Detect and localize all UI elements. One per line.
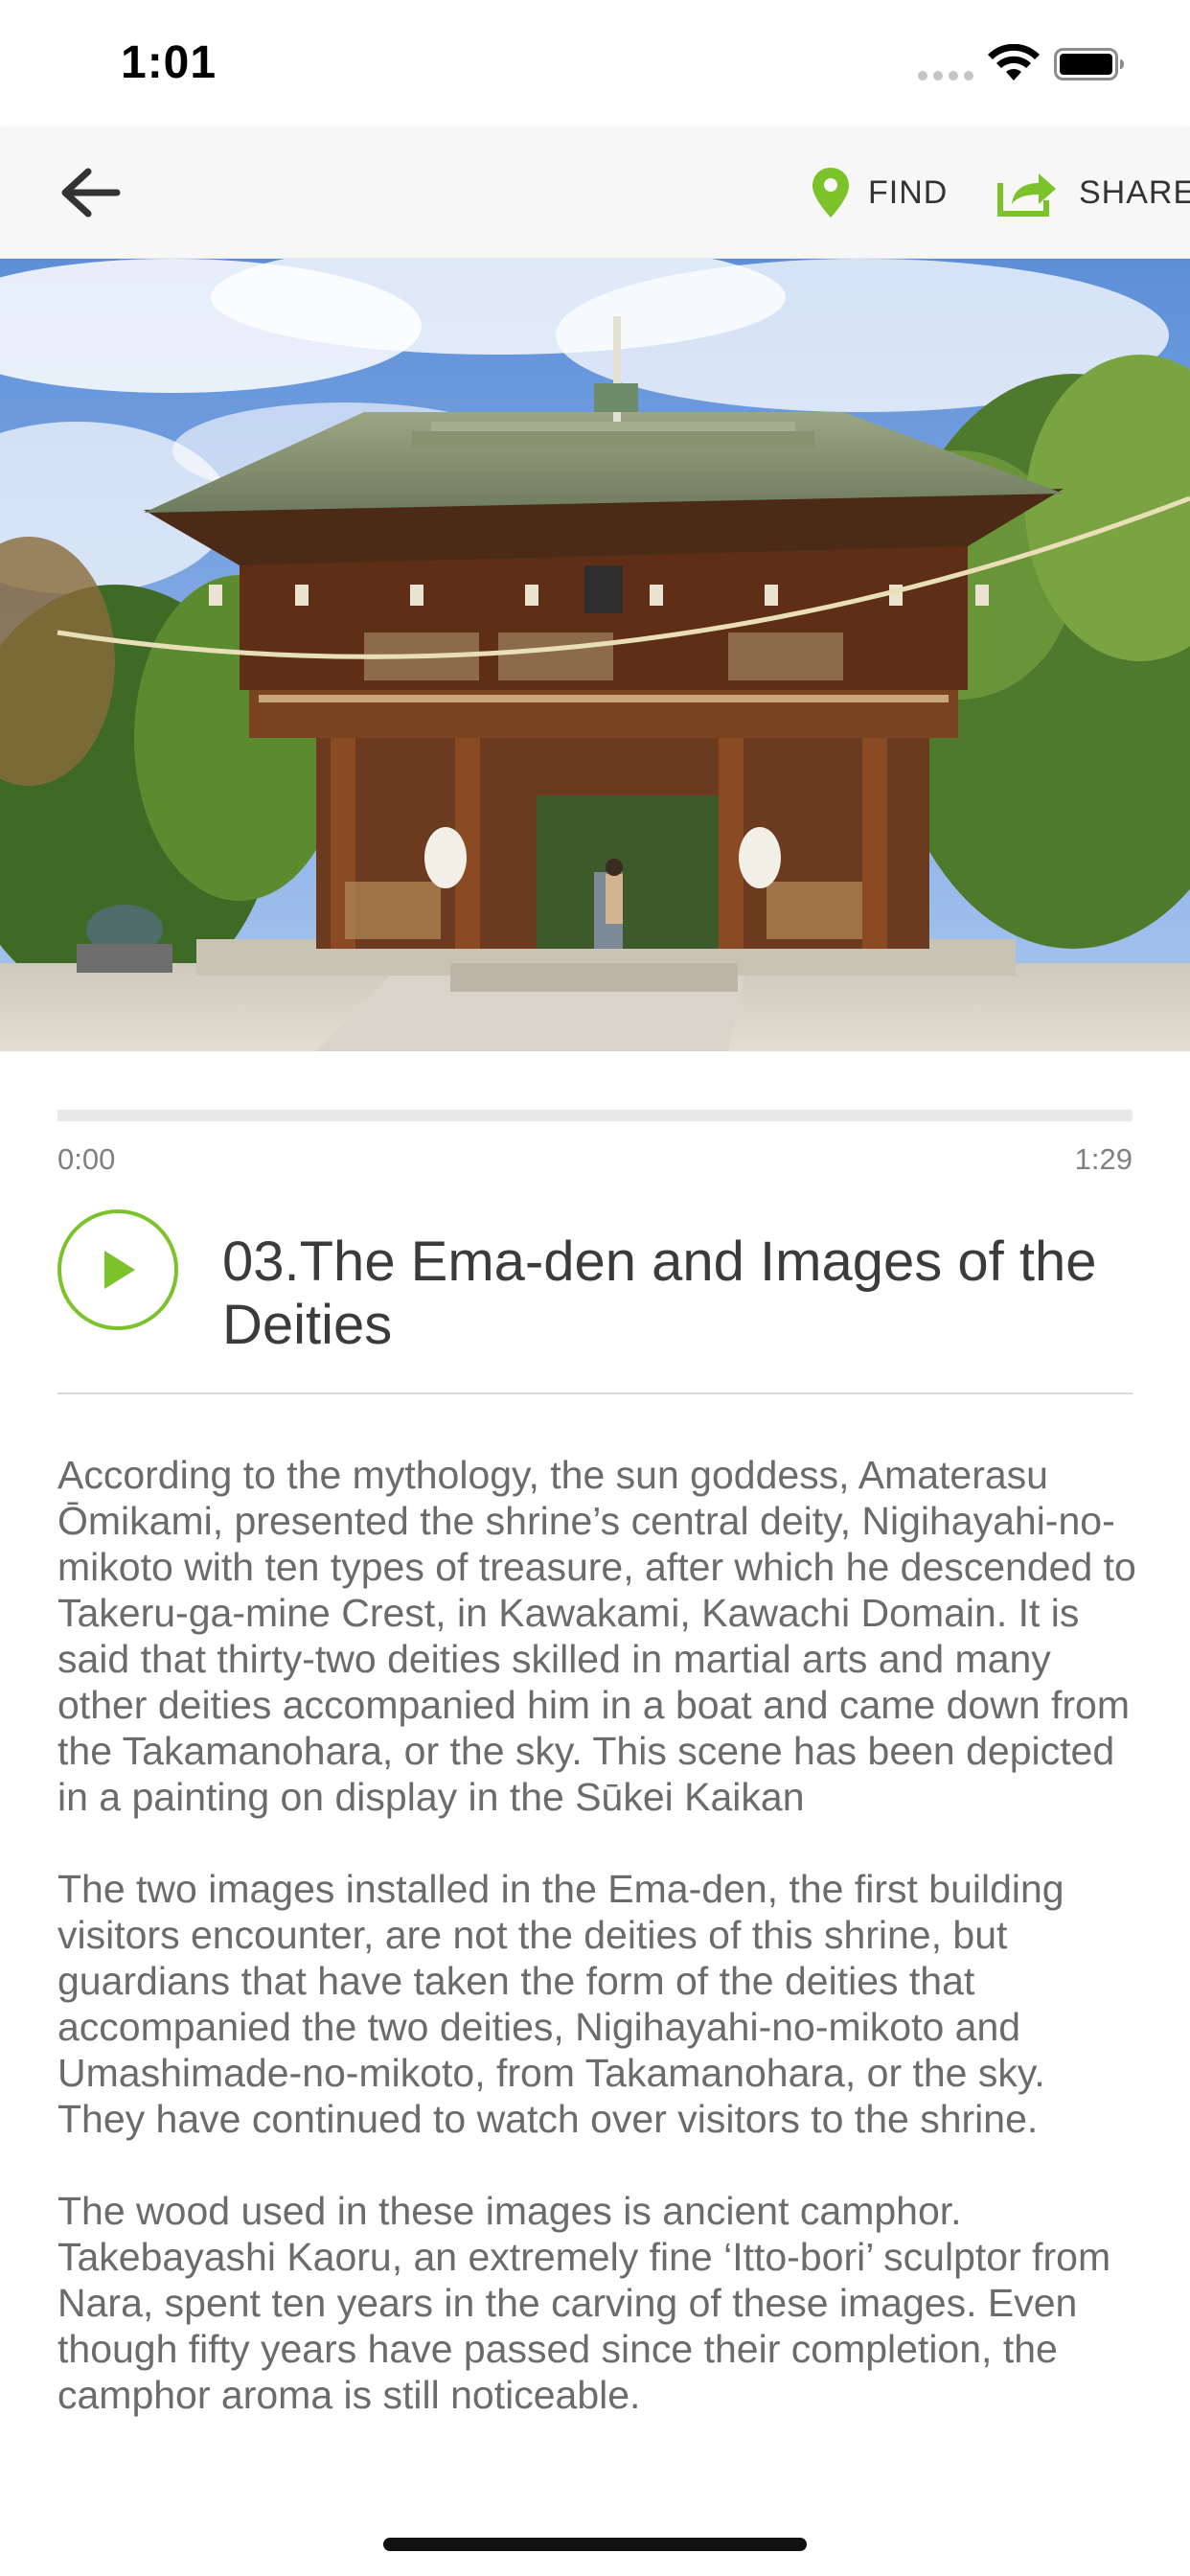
- navigation-bar: FIND SHARE: [0, 126, 1190, 259]
- share-label: SHARE: [1079, 173, 1190, 211]
- find-label: FIND: [868, 173, 949, 211]
- duration-time: 1:29: [1074, 1142, 1133, 1176]
- divider: [57, 1392, 1133, 1394]
- battery-icon: [1054, 48, 1124, 80]
- home-indicator[interactable]: [383, 2538, 807, 2551]
- description-paragraph: The wood used in these images is ancient…: [57, 2189, 1111, 2417]
- description-paragraph: According to the mythology, the sun godd…: [57, 1453, 1136, 1819]
- play-button[interactable]: [57, 1209, 178, 1330]
- track-title: 03.The Ema-den and Images of the Deities: [222, 1230, 1097, 1356]
- status-time: 1:01: [121, 37, 217, 88]
- arrow-left-icon: [61, 168, 121, 218]
- play-icon: [104, 1251, 135, 1289]
- description-text[interactable]: According to the mythology, the sun godd…: [57, 1452, 1140, 2471]
- share-button[interactable]: SHARE: [996, 161, 1190, 224]
- map-pin-icon: [812, 168, 849, 218]
- status-bar: 1:01: [0, 0, 1190, 126]
- cellular-signal-icon: [918, 71, 973, 80]
- find-button[interactable]: FIND: [811, 161, 948, 224]
- description-paragraph: The two images installed in the Ema-den,…: [57, 1867, 1064, 2141]
- share-box-icon: [997, 173, 1056, 217]
- back-button[interactable]: [54, 161, 126, 224]
- current-time: 0:00: [57, 1142, 116, 1176]
- wifi-icon: [988, 44, 1040, 80]
- audio-progress-bar[interactable]: [57, 1110, 1133, 1121]
- hero-image: [0, 259, 1190, 1051]
